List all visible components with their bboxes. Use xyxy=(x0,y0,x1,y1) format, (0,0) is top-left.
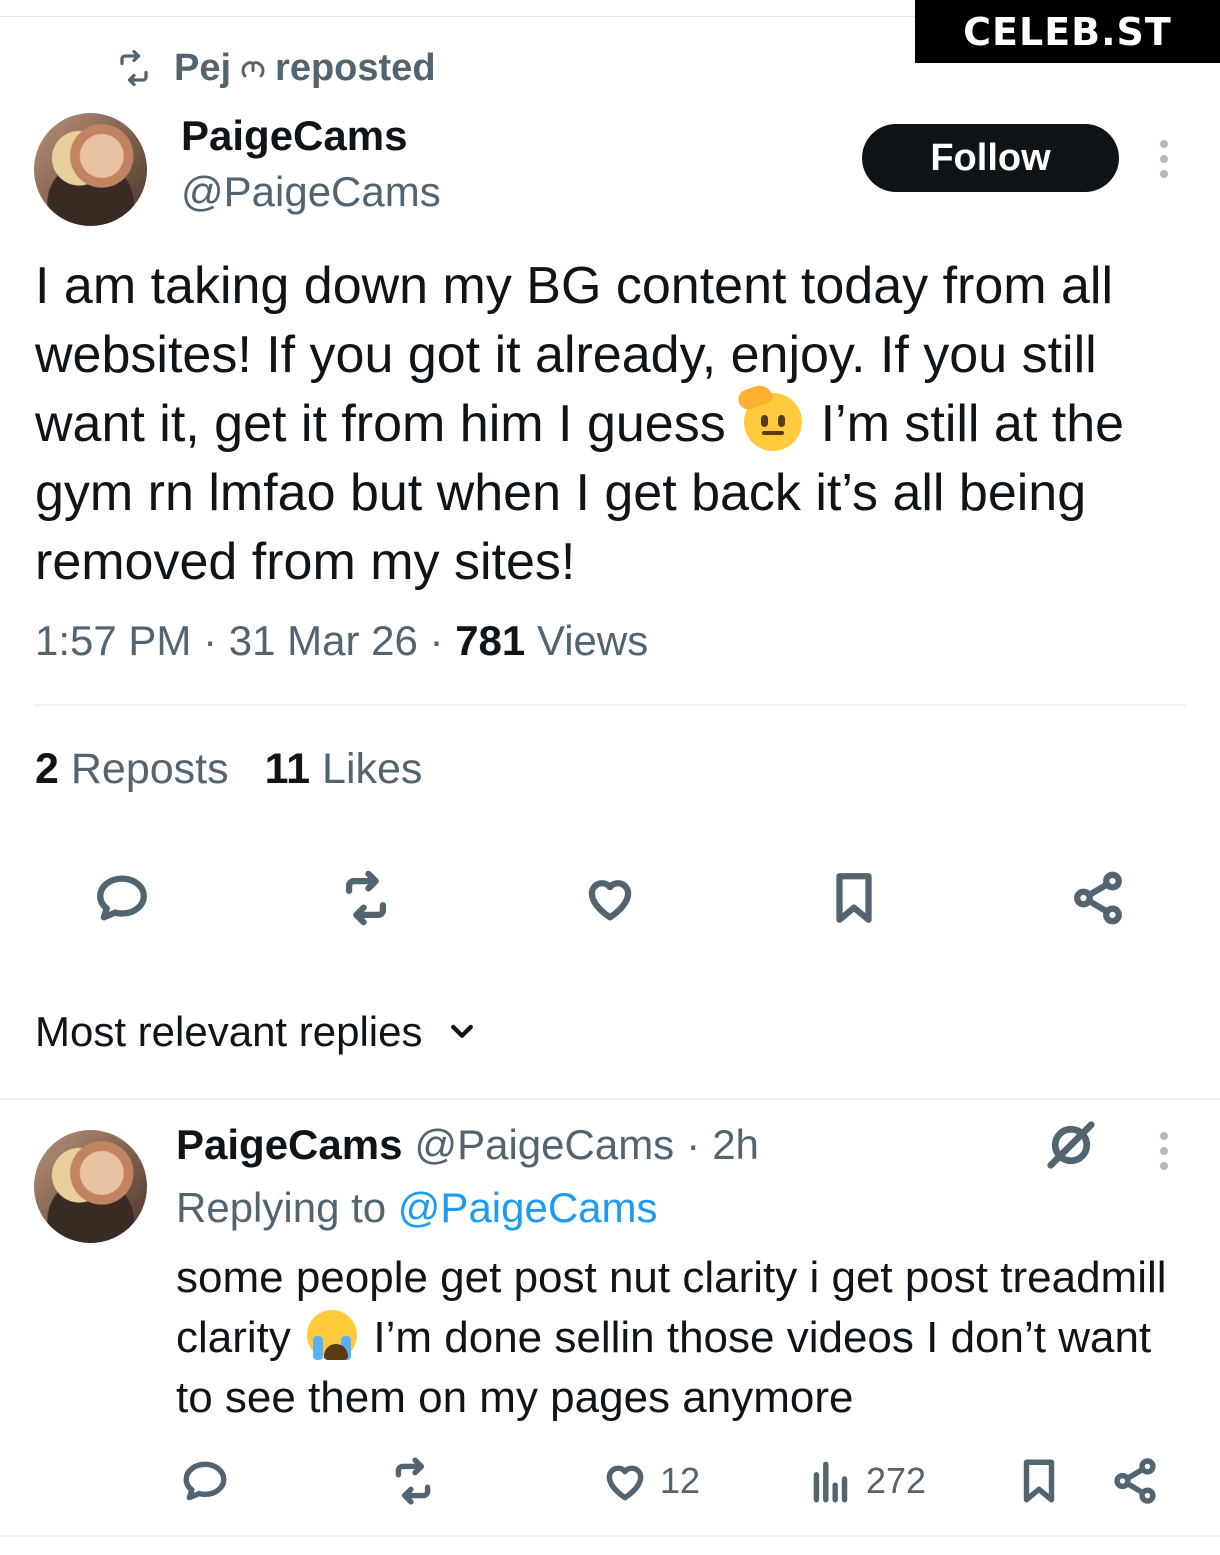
like-icon xyxy=(606,1465,644,1501)
chevron-down-icon xyxy=(450,1024,473,1038)
share-icon xyxy=(1074,871,1122,925)
share-icon xyxy=(1114,1458,1156,1504)
bookmark-button[interactable] xyxy=(822,866,886,930)
tweet-text: I am taking down my BG content today fro… xyxy=(35,252,1195,597)
reply-icon xyxy=(183,1461,227,1501)
author-name[interactable]: PaigeCams xyxy=(181,112,407,160)
reply-reply-button[interactable] xyxy=(180,1456,230,1506)
share-button[interactable] xyxy=(1066,866,1130,930)
divider xyxy=(0,1535,1220,1537)
divider xyxy=(34,704,1186,706)
repost-label: reposted xyxy=(275,46,436,89)
repost-icon xyxy=(345,870,387,926)
tweet-time[interactable]: 1:57 PM xyxy=(35,617,191,664)
subscription-badge-icon xyxy=(241,61,265,78)
like-button[interactable] xyxy=(578,866,642,930)
reply-text: some people get post nut clarity i get p… xyxy=(176,1248,1186,1428)
watermark-logo: CELEB.ST xyxy=(915,0,1220,63)
reply-share-button[interactable] xyxy=(1110,1456,1160,1506)
tweet-meta: 1:57 PM · 31 Mar 26 · 781 Views xyxy=(35,617,649,664)
engagement-stats: 2 Reposts 11 Likes xyxy=(35,745,422,794)
reply-more-options-icon[interactable] xyxy=(1158,1132,1170,1170)
reply-header: PaigeCams @PaigeCams · 2h xyxy=(176,1121,759,1169)
likes-stat[interactable]: 11 Likes xyxy=(265,745,423,794)
follow-button[interactable]: Follow xyxy=(862,124,1119,192)
replies-sort-label: Most relevant replies xyxy=(35,1008,423,1055)
avatar[interactable] xyxy=(34,113,147,226)
repost-icon xyxy=(120,50,148,86)
reply-bookmark-button[interactable] xyxy=(1014,1456,1064,1506)
more-options-icon[interactable] xyxy=(1158,140,1170,178)
bookmark-icon xyxy=(1023,1459,1055,1503)
reply-like-count: 12 xyxy=(660,1460,701,1501)
reply-icon xyxy=(97,875,147,921)
replying-to-link[interactable]: @PaigeCams xyxy=(398,1184,658,1231)
saluting-face-emoji xyxy=(735,381,803,451)
divider xyxy=(0,1098,1220,1100)
grok-icon[interactable] xyxy=(1044,1118,1098,1172)
views-label: Views xyxy=(536,617,649,664)
top-divider xyxy=(0,16,915,17)
repost-user[interactable]: Pej xyxy=(174,47,231,90)
reply-repost-button[interactable] xyxy=(388,1456,438,1506)
reply-avatar[interactable] xyxy=(34,1130,147,1243)
author-handle[interactable]: @PaigeCams xyxy=(181,168,441,216)
reply-author-handle[interactable]: @PaigeCams xyxy=(414,1121,674,1169)
reply-author-name[interactable]: PaigeCams xyxy=(176,1121,402,1169)
bookmark-icon xyxy=(836,873,872,923)
repost-banner: Pej reposted xyxy=(116,44,436,92)
tweet-date[interactable]: 31 Mar 26 xyxy=(229,617,418,664)
repost-icon xyxy=(395,1457,431,1505)
views-icon xyxy=(813,1461,848,1503)
reposts-stat[interactable]: 2 Reposts xyxy=(35,745,229,794)
reply-view-count: 272 xyxy=(866,1460,927,1501)
reply-button[interactable] xyxy=(90,866,154,930)
reply-time[interactable]: 2h xyxy=(712,1121,759,1169)
reply-views-button[interactable]: 272 xyxy=(806,1456,926,1506)
replies-sort-dropdown[interactable]: Most relevant replies xyxy=(35,1008,477,1056)
like-icon xyxy=(588,880,632,921)
views-count: 781 xyxy=(455,617,526,664)
replying-to: Replying to @PaigeCams xyxy=(176,1184,658,1231)
repost-button[interactable] xyxy=(334,866,398,930)
loudly-crying-face-emoji xyxy=(307,1310,358,1360)
reply-like-button[interactable]: 12 xyxy=(600,1456,700,1506)
